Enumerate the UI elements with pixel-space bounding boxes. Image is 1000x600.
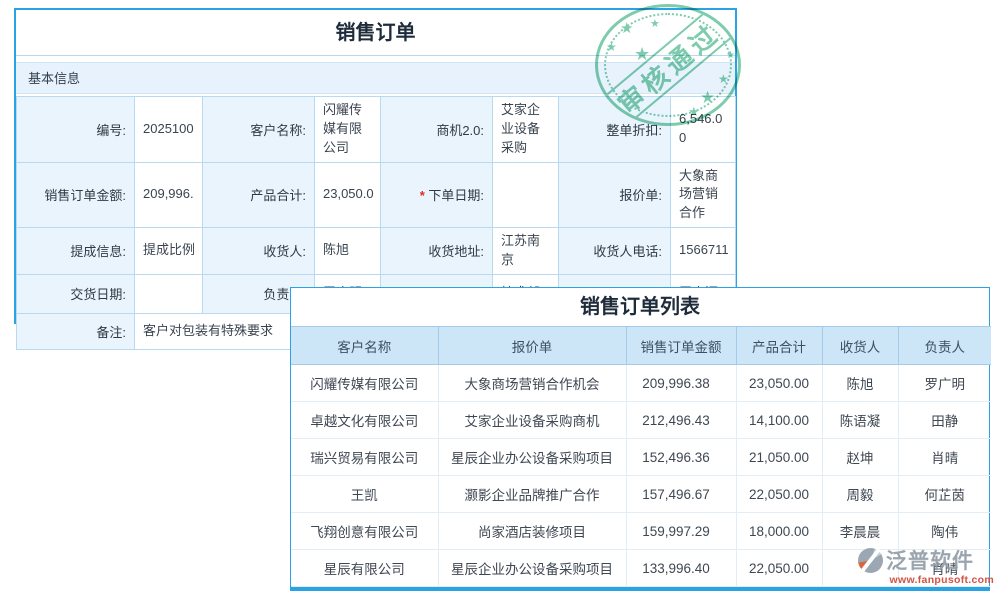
- table-row: 闪耀传媒有限公司大象商场营销合作机会209,996.3823,050.00陈旭罗…: [291, 365, 991, 402]
- customer-name-cell[interactable]: 飞翔创意有限公司: [291, 513, 438, 550]
- order-amount-cell: 212,496.43: [626, 402, 736, 439]
- quote-cell[interactable]: 艾家企业设备采购商机: [438, 402, 626, 439]
- consignee-cell: [822, 550, 898, 587]
- customer-name-cell[interactable]: 闪耀传媒有限公司: [291, 365, 438, 402]
- customer-name-cell[interactable]: 星辰有限公司: [291, 550, 438, 587]
- quote-cell[interactable]: 尚家酒店装修项目: [438, 513, 626, 550]
- field-label: 报价单:: [559, 162, 671, 228]
- field-label: 交货日期:: [17, 274, 135, 313]
- field-value: 6,546.00: [671, 97, 736, 163]
- field-value: 2025100: [135, 97, 203, 163]
- quote-cell[interactable]: 灏影企业品牌推广合作: [438, 476, 626, 513]
- field-value: [135, 274, 203, 313]
- field-value: 提成比例: [135, 228, 203, 275]
- required-asterisk: *: [420, 188, 429, 203]
- field-label: 整单折扣:: [559, 97, 671, 163]
- product-total-cell: 22,050.00: [736, 476, 822, 513]
- consignee-cell: 陈语凝: [822, 402, 898, 439]
- owner-cell[interactable]: 肖晴: [898, 439, 991, 476]
- list-body: 闪耀传媒有限公司大象商场营销合作机会209,996.3823,050.00陈旭罗…: [291, 365, 991, 587]
- table-row: 星辰有限公司星辰企业办公设备采购项目133,996.4022,050.00 肖晴: [291, 550, 991, 587]
- screen: 销售订单 基本信息 编号:2025100客户名称:闪耀传媒有限公司商机2.0:艾…: [0, 0, 1000, 600]
- column-header: 销售订单金额: [626, 327, 736, 365]
- field-value: 陈旭: [315, 228, 381, 275]
- field-label: 收货人电话:: [559, 228, 671, 275]
- table-row: 卓越文化有限公司艾家企业设备采购商机212,496.4314,100.00陈语凝…: [291, 402, 991, 439]
- field-value: 艾家企业设备采购: [493, 97, 559, 163]
- product-total-cell: 23,050.00: [736, 365, 822, 402]
- list-title: 销售订单列表: [291, 288, 989, 326]
- order-amount-cell: 133,996.40: [626, 550, 736, 587]
- owner-cell[interactable]: 肖晴: [898, 550, 991, 587]
- field-label: 提成信息:: [17, 228, 135, 275]
- field-label: 产品合计:: [203, 162, 315, 228]
- list-header-row: 客户名称报价单销售订单金额产品合计收货人负责人: [291, 327, 991, 365]
- field-value: 209,996.: [135, 162, 203, 228]
- order-amount-cell: 209,996.38: [626, 365, 736, 402]
- consignee-cell: 赵坤: [822, 439, 898, 476]
- field-label: 销售订单金额:: [17, 162, 135, 228]
- field-value: 江苏南京: [493, 228, 559, 275]
- owner-cell[interactable]: 陶伟: [898, 513, 991, 550]
- field-label: 收货人:: [203, 228, 315, 275]
- field-label: 收货地址:: [381, 228, 493, 275]
- field-label: 商机2.0:: [381, 97, 493, 163]
- consignee-cell: 李晨晨: [822, 513, 898, 550]
- order-amount-cell: 159,997.29: [626, 513, 736, 550]
- column-header: 报价单: [438, 327, 626, 365]
- section-basic-info: 基本信息: [16, 62, 735, 94]
- table-row: 王凯灏影企业品牌推广合作157,496.6722,050.00周毅何芷茵: [291, 476, 991, 513]
- field-label: 客户名称:: [203, 97, 315, 163]
- column-header: 收货人: [822, 327, 898, 365]
- field-label: 编号:: [17, 97, 135, 163]
- table-row: 瑞兴贸易有限公司星辰企业办公设备采购项目152,496.3621,050.00赵…: [291, 439, 991, 476]
- quote-cell[interactable]: 星辰企业办公设备采购项目: [438, 550, 626, 587]
- customer-name-cell[interactable]: 王凯: [291, 476, 438, 513]
- customer-name-cell[interactable]: 卓越文化有限公司: [291, 402, 438, 439]
- form-title: 销售订单: [16, 10, 735, 56]
- quote-cell[interactable]: 星辰企业办公设备采购项目: [438, 439, 626, 476]
- field-label: * 下单日期:: [381, 162, 493, 228]
- field-value: 1566711: [671, 228, 736, 275]
- product-total-cell: 22,050.00: [736, 550, 822, 587]
- order-amount-cell: 157,496.67: [626, 476, 736, 513]
- field-value: 闪耀传媒有限公司: [315, 97, 381, 163]
- product-total-cell: 18,000.00: [736, 513, 822, 550]
- owner-cell[interactable]: 罗广明: [898, 365, 991, 402]
- field-value: 大象商场营销合作: [671, 162, 736, 228]
- order-amount-cell: 152,496.36: [626, 439, 736, 476]
- quote-cell[interactable]: 大象商场营销合作机会: [438, 365, 626, 402]
- form-row: 提成信息:提成比例收货人:陈旭收货地址:江苏南京收货人电话:1566711: [17, 228, 736, 275]
- sales-order-list: 销售订单列表 客户名称报价单销售订单金额产品合计收货人负责人 闪耀传媒有限公司大…: [290, 287, 990, 591]
- form-row: 销售订单金额:209,996.产品合计:23,050.0* 下单日期: 报价单:大…: [17, 162, 736, 228]
- customer-name-cell[interactable]: 瑞兴贸易有限公司: [291, 439, 438, 476]
- form-row: 编号:2025100客户名称:闪耀传媒有限公司商机2.0:艾家企业设备采购整单折…: [17, 97, 736, 163]
- owner-cell[interactable]: 田静: [898, 402, 991, 439]
- column-header: 负责人: [898, 327, 991, 365]
- product-total-cell: 14,100.00: [736, 402, 822, 439]
- consignee-cell: 周毅: [822, 476, 898, 513]
- field-value: 23,050.0: [315, 162, 381, 228]
- list-table: 客户名称报价单销售订单金额产品合计收货人负责人 闪耀传媒有限公司大象商场营销合作…: [291, 326, 991, 587]
- sales-order-form: 销售订单 基本信息 编号:2025100客户名称:闪耀传媒有限公司商机2.0:艾…: [14, 8, 737, 324]
- field-value: [493, 162, 559, 228]
- table-row: 飞翔创意有限公司尚家酒店装修项目159,997.2918,000.00李晨晨陶伟: [291, 513, 991, 550]
- field-label: 备注:: [17, 313, 135, 349]
- owner-cell[interactable]: 何芷茵: [898, 476, 991, 513]
- column-header: 产品合计: [736, 327, 822, 365]
- consignee-cell: 陈旭: [822, 365, 898, 402]
- product-total-cell: 21,050.00: [736, 439, 822, 476]
- column-header: 客户名称: [291, 327, 438, 365]
